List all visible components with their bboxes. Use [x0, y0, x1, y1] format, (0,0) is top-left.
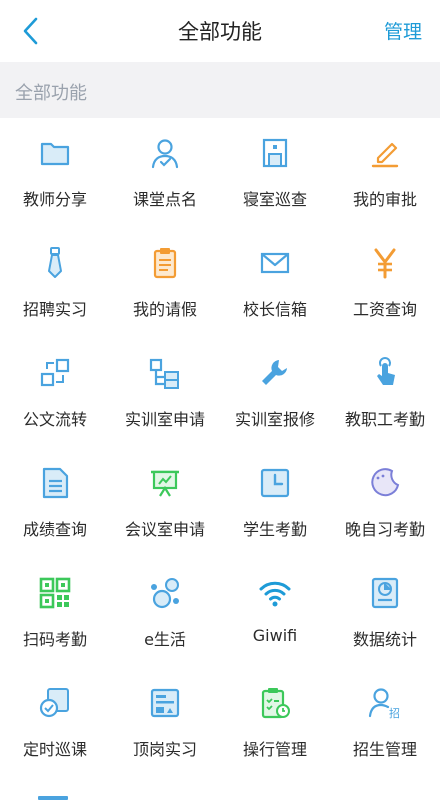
function-label: 寝室巡查 — [242, 190, 307, 209]
function-item-data-statistics[interactable]: 数据统计 — [330, 558, 440, 668]
yen-icon — [367, 245, 403, 281]
manage-button[interactable]: 管理 — [384, 17, 422, 44]
tree-icon — [147, 355, 183, 391]
function-label: 校长信箱 — [242, 300, 307, 319]
function-label: 操行管理 — [242, 740, 307, 759]
function-item-e-life[interactable]: e生活 — [110, 558, 220, 668]
function-item-meeting-room-apply[interactable]: 会议室申请 — [110, 448, 220, 558]
svg-text:招: 招 — [389, 706, 400, 720]
function-item-lab-apply[interactable]: 实训室申请 — [110, 338, 220, 448]
moon-icon — [367, 465, 403, 501]
function-item-post-internship[interactable]: 顶岗实习 — [110, 668, 220, 778]
function-label: 我的审批 — [352, 190, 417, 209]
hand-pointer-icon — [367, 355, 403, 391]
door-icon — [257, 135, 293, 171]
folder-icon — [37, 135, 73, 171]
function-label: 顶岗实习 — [132, 740, 197, 759]
user-check-icon — [147, 135, 183, 171]
chart-icon — [367, 575, 403, 611]
function-item-evening-study-attendance[interactable]: 晚自习考勤 — [330, 448, 440, 558]
presentation-icon — [147, 465, 183, 501]
function-label: 晚自习考勤 — [344, 520, 425, 539]
function-item-my-leave[interactable]: 我的请假 — [110, 228, 220, 338]
function-grid: 教师分享 课堂点名 寝室巡查 我的审批 招聘实习 我的请假 校长信箱 工资查询 … — [0, 118, 440, 778]
function-item-grade-query[interactable]: 成绩查询 — [0, 448, 110, 558]
section-title: 全部功能 — [15, 83, 87, 104]
bubbles-icon — [147, 575, 183, 611]
conduct-icon — [257, 685, 293, 721]
necktie-icon — [37, 245, 73, 281]
clipboard-icon — [147, 245, 183, 281]
partial-next-row-icon — [38, 796, 68, 800]
internship-icon — [147, 685, 183, 721]
section-header: 全部功能 — [0, 62, 440, 118]
top-bar: 全部功能 管理 — [0, 0, 440, 62]
function-label: 会议室申请 — [124, 520, 205, 539]
function-label: 教师分享 — [22, 190, 87, 209]
flow-icon — [37, 355, 73, 391]
patrol-icon — [37, 685, 73, 721]
function-label: 工资查询 — [352, 300, 417, 319]
function-item-salary-query[interactable]: 工资查询 — [330, 228, 440, 338]
function-item-enrollment-management[interactable]: 招 招生管理 — [330, 668, 440, 778]
function-label: 实训室申请 — [124, 410, 205, 429]
function-label: 招生管理 — [352, 740, 417, 759]
function-label: Giwifi — [252, 626, 298, 645]
wrench-icon — [257, 355, 293, 391]
function-label: 数据统计 — [352, 630, 417, 649]
function-label: 扫码考勤 — [22, 630, 87, 649]
function-item-giwifi[interactable]: Giwifi — [220, 558, 330, 668]
enroll-icon: 招 — [367, 685, 403, 721]
function-item-my-approval[interactable]: 我的审批 — [330, 118, 440, 228]
function-item-document-flow[interactable]: 公文流转 — [0, 338, 110, 448]
function-label: 我的请假 — [132, 300, 197, 319]
pen-icon — [367, 135, 403, 171]
function-item-scan-attendance[interactable]: 扫码考勤 — [0, 558, 110, 668]
function-item-roll-call[interactable]: 课堂点名 — [110, 118, 220, 228]
function-label: 定时巡课 — [22, 740, 87, 759]
function-item-teacher-share[interactable]: 教师分享 — [0, 118, 110, 228]
clock-icon — [257, 465, 293, 501]
function-label: 招聘实习 — [22, 300, 87, 319]
function-label: 实训室报修 — [234, 410, 315, 429]
function-item-lab-repair[interactable]: 实训室报修 — [220, 338, 330, 448]
mail-icon — [257, 245, 293, 281]
wifi-icon — [257, 575, 293, 611]
function-label: 成绩查询 — [22, 520, 87, 539]
function-item-principal-mailbox[interactable]: 校长信箱 — [220, 228, 330, 338]
function-item-conduct-management[interactable]: 操行管理 — [220, 668, 330, 778]
document-icon — [37, 465, 73, 501]
function-item-timed-patrol[interactable]: 定时巡课 — [0, 668, 110, 778]
page-title: 全部功能 — [178, 20, 262, 44]
function-label: e生活 — [144, 630, 186, 649]
function-item-recruit-intern[interactable]: 招聘实习 — [0, 228, 110, 338]
function-label: 课堂点名 — [132, 190, 197, 209]
function-label: 教职工考勤 — [344, 410, 425, 429]
function-item-dorm-patrol[interactable]: 寝室巡查 — [220, 118, 330, 228]
function-item-student-attendance[interactable]: 学生考勤 — [220, 448, 330, 558]
function-item-staff-attendance[interactable]: 教职工考勤 — [330, 338, 440, 448]
qr-code-icon — [37, 575, 73, 611]
function-label: 学生考勤 — [242, 520, 307, 539]
function-label: 公文流转 — [22, 410, 87, 429]
